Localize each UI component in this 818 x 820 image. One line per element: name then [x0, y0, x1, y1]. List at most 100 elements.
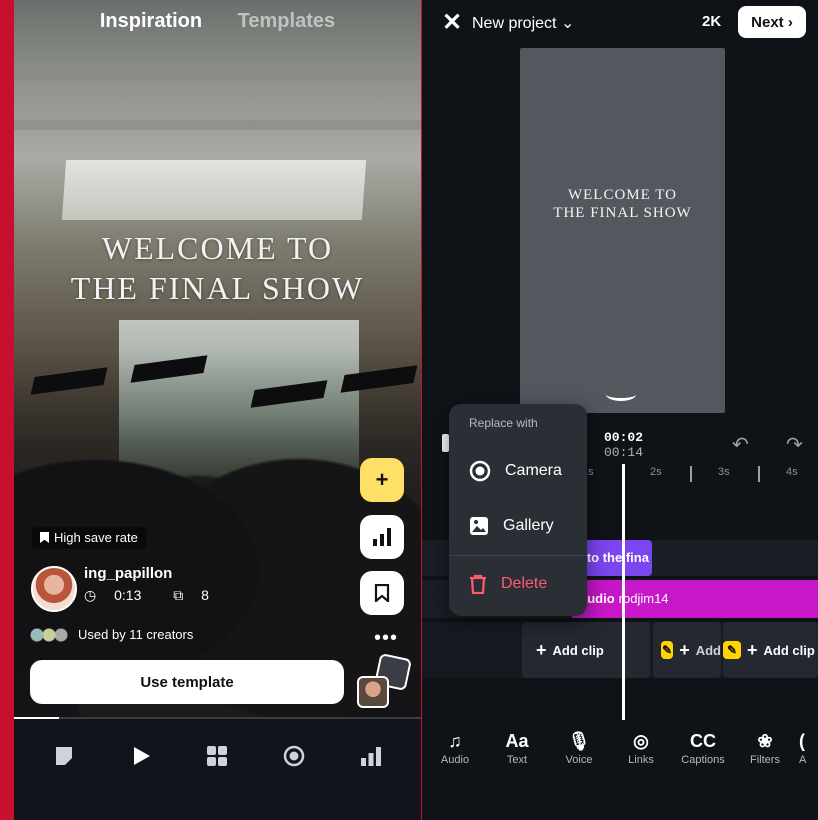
bookmark-icon — [40, 532, 49, 543]
music-note-icon: ♫ — [448, 731, 462, 751]
clip-count-value: 8 — [201, 587, 209, 603]
menu-item-camera[interactable]: Camera — [469, 460, 562, 482]
video-preview[interactable]: WELCOME TO THE FINAL SHOW — [520, 48, 725, 413]
nav-record-icon[interactable] — [282, 744, 306, 768]
undo-icon[interactable]: ↶ — [732, 432, 749, 457]
add-button[interactable]: + — [360, 458, 404, 502]
user-thumb — [357, 676, 389, 708]
captions-icon: CC — [690, 731, 716, 751]
camera-label: Camera — [505, 462, 562, 479]
duration: ◷ 0:13 — [84, 587, 155, 603]
progress-fill — [14, 717, 59, 719]
gallery-icon — [470, 517, 488, 535]
duration-value: 0:13 — [114, 587, 142, 603]
redo-icon[interactable]: ↷ — [786, 432, 803, 457]
delete-label: Delete — [501, 575, 548, 592]
nav-play-icon[interactable] — [129, 744, 153, 768]
editor-toolbar: ♫ Audio Aa Text 🎙 Voice ◎ Links CC Captions ❀… — [422, 722, 818, 820]
nav-templates-icon[interactable] — [52, 744, 76, 768]
plus-icon: + — [536, 639, 547, 660]
used-by-creators[interactable]: Used by 11 creators — [30, 627, 193, 642]
tab-inspiration[interactable]: Inspiration — [100, 10, 202, 32]
filters-icon: ❀ — [757, 731, 773, 751]
badge-label: High save rate — [54, 530, 138, 545]
collapse-chevron-icon[interactable] — [606, 388, 636, 401]
more-options-icon[interactable]: ••• — [374, 627, 398, 650]
tool-more[interactable]: (A — [799, 728, 818, 766]
use-template-button[interactable]: Use template — [30, 660, 344, 704]
plus-icon: + — [375, 467, 389, 492]
tool-voice[interactable]: 🎙 Voice — [551, 728, 607, 766]
project-selector[interactable]: New project ⌄ — [472, 13, 574, 33]
ruler-tick: 2s — [650, 466, 662, 478]
add-clip-button[interactable]: + Add clip — [522, 622, 650, 678]
save-button[interactable] — [360, 571, 404, 615]
ruler-tick: 4s — [786, 466, 798, 478]
tool-links[interactable]: ◎ Links — [613, 728, 669, 766]
camera-icon — [469, 460, 491, 482]
tool-audio[interactable]: ♫ Audio — [427, 728, 483, 766]
playhead[interactable] — [622, 464, 625, 720]
menu-divider — [449, 555, 587, 556]
tool-label: Links — [628, 754, 654, 766]
nav-stats-icon[interactable] — [359, 744, 383, 768]
more-icon: ( — [799, 731, 805, 751]
video-progress-bar — [14, 717, 421, 719]
trim-handle[interactable] — [442, 434, 449, 452]
bookmark-icon — [374, 584, 390, 602]
preview-line-1: WELCOME TO — [567, 187, 678, 203]
clip-count: ⧉ 8 — [173, 587, 223, 603]
bottom-navigation — [14, 720, 421, 820]
current-time: 00:02 — [604, 430, 644, 445]
audio-clip-owner: rodjim14 — [618, 591, 669, 606]
chevron-down-icon: ⌄ — [560, 15, 575, 32]
tool-label: Captions — [681, 754, 725, 766]
project-title: New project — [472, 15, 557, 32]
tool-label: Audio — [440, 754, 470, 766]
resolution-selector[interactable]: 2K — [702, 13, 721, 30]
video-overlay-title: WELCOME TO THE FINAL SHOW — [14, 228, 421, 308]
tool-label: Filters — [750, 754, 780, 766]
add-clip-label: Add clip — [763, 642, 815, 658]
replace-with-header: Replace with — [469, 416, 538, 430]
edit-pencil-icon[interactable]: ✎ — [661, 641, 674, 659]
microphone-icon: 🎙 — [567, 731, 591, 751]
used-by-label: Used by 11 creators — [78, 627, 194, 642]
add-clip-button[interactable]: ✎ + Add — [653, 622, 721, 678]
edit-pencil-icon[interactable]: ✎ — [723, 641, 741, 659]
ruler-tick: 3s — [718, 466, 730, 478]
close-icon[interactable]: ✕ — [442, 8, 462, 37]
chevron-right-icon: › — [787, 13, 793, 31]
tool-captions[interactable]: CC Captions — [675, 728, 731, 766]
creator-avatar[interactable] — [31, 566, 77, 612]
menu-item-delete[interactable]: Delete — [469, 574, 547, 594]
add-clip-label: Add — [695, 642, 721, 658]
clock-icon: ◷ — [84, 587, 97, 603]
insights-button[interactable] — [360, 515, 404, 559]
tool-filters[interactable]: ❀ Filters — [737, 728, 793, 766]
plus-icon: + — [679, 639, 690, 660]
bar-chart-icon — [373, 528, 391, 546]
ruler-divider — [690, 466, 692, 482]
tab-templates[interactable]: Templates — [238, 10, 335, 32]
preview-title: WELCOME TO THE FINAL SHOW — [520, 186, 725, 222]
tool-label: Voice — [565, 754, 593, 766]
replace-with-menu: Replace with Camera Gallery Delete — [449, 404, 587, 616]
creator-avatars-stack — [30, 628, 70, 642]
add-clip-button[interactable]: ✎ + Add clip — [723, 622, 818, 678]
trash-icon — [470, 574, 486, 594]
overlay-line-2: THE FINAL SHOW — [70, 270, 365, 306]
overlay-line-1: WELCOME TO — [101, 230, 334, 266]
tool-text[interactable]: Aa Text — [489, 728, 545, 766]
audio-avatars[interactable] — [357, 653, 412, 708]
ceiling-beam — [14, 70, 421, 80]
top-tabs: Inspiration Templates — [14, 10, 421, 33]
template-video[interactable] — [14, 0, 421, 718]
nav-grid-icon[interactable] — [205, 744, 229, 768]
ceiling-light — [61, 160, 367, 220]
menu-item-gallery[interactable]: Gallery — [469, 516, 554, 536]
creator-username[interactable]: ing_papillon — [84, 565, 172, 582]
next-button[interactable]: Next › — [738, 6, 806, 38]
inspiration-panel: Inspiration Templates WELCOME TO THE FIN… — [14, 0, 421, 820]
audio-clip[interactable]: audio rodjim14 — [572, 580, 818, 618]
